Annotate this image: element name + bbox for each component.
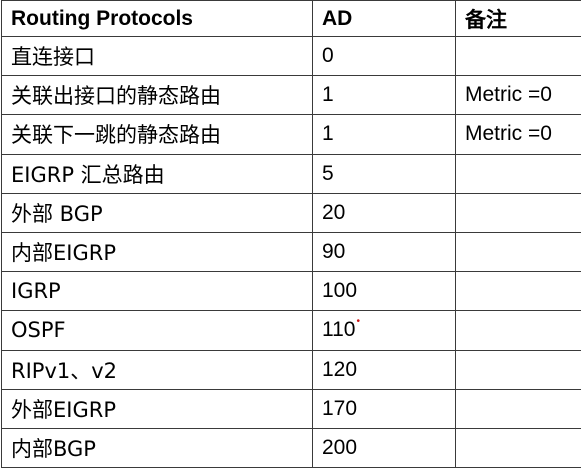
ad-cell: 120 — [312, 349, 456, 390]
note-cell: Metric =0 — [455, 75, 581, 116]
ad-cell: 1 — [312, 114, 456, 155]
ad-cell: 20 — [312, 192, 456, 233]
protocol-cell: 直连接口 — [1, 35, 313, 77]
note-cell — [455, 192, 581, 233]
ad-cell-with-mark: 110• — [312, 310, 456, 351]
ad-cell: 90 — [312, 231, 456, 273]
table-row: IGRP 100 — [1, 271, 581, 312]
header-notes: 备注 — [455, 0, 581, 37]
protocol-cell: RIPv1、v2 — [1, 349, 313, 390]
table-row: 内部BGP 200 — [1, 427, 581, 469]
protocol-cell: 外部 BGP — [1, 192, 313, 233]
protocol-cell: OSPF — [1, 310, 313, 351]
note-cell — [455, 388, 581, 429]
note-cell: Metric =0 — [455, 114, 581, 155]
header-ad: AD — [312, 0, 456, 37]
ad-cell: 1 — [312, 75, 456, 116]
protocol-cell: IGRP — [1, 271, 313, 312]
routing-ad-table-container: Routing Protocols AD 备注 直连接口 0 关联出接口的静态路… — [0, 0, 581, 473]
protocol-cell: 内部BGP — [1, 427, 313, 469]
ad-cell: 170 — [312, 388, 456, 429]
note-cell — [455, 271, 581, 312]
ad-cell: 200 — [312, 427, 456, 469]
header-routing-protocols: Routing Protocols — [1, 0, 313, 37]
note-cell — [455, 427, 581, 469]
table-row: RIPv1、v2 120 — [1, 349, 581, 390]
protocol-cell: 关联下一跳的静态路由 — [1, 114, 313, 155]
table-row: EIGRP 汇总路由 5 — [1, 153, 581, 194]
note-cell — [455, 310, 581, 351]
note-cell — [455, 231, 581, 273]
table-row: 关联出接口的静态路由 1 Metric =0 — [1, 75, 581, 116]
table-row: 外部 BGP 20 — [1, 192, 581, 233]
table-row: 关联下一跳的静态路由 1 Metric =0 — [1, 114, 581, 155]
routing-ad-table: Routing Protocols AD 备注 直连接口 0 关联出接口的静态路… — [1, 0, 581, 469]
table-row: 直连接口 0 — [1, 35, 581, 77]
ad-cell: 5 — [312, 153, 456, 194]
table-row: 外部EIGRP 170 — [1, 388, 581, 429]
protocol-cell: 关联出接口的静态路由 — [1, 75, 313, 116]
ad-cell: 100 — [312, 271, 456, 312]
red-dot-mark: • — [356, 316, 360, 328]
protocol-cell: 内部EIGRP — [1, 231, 313, 273]
protocol-cell: EIGRP 汇总路由 — [1, 153, 313, 194]
ad-value: 110 — [322, 318, 356, 342]
note-cell — [455, 35, 581, 77]
note-cell — [455, 349, 581, 390]
table-row: OSPF 110• — [1, 310, 581, 351]
table-header-row: Routing Protocols AD 备注 — [1, 0, 581, 37]
note-cell — [455, 153, 581, 194]
ad-cell: 0 — [312, 35, 456, 77]
protocol-cell: 外部EIGRP — [1, 388, 313, 429]
table-row: 内部EIGRP 90 — [1, 231, 581, 273]
